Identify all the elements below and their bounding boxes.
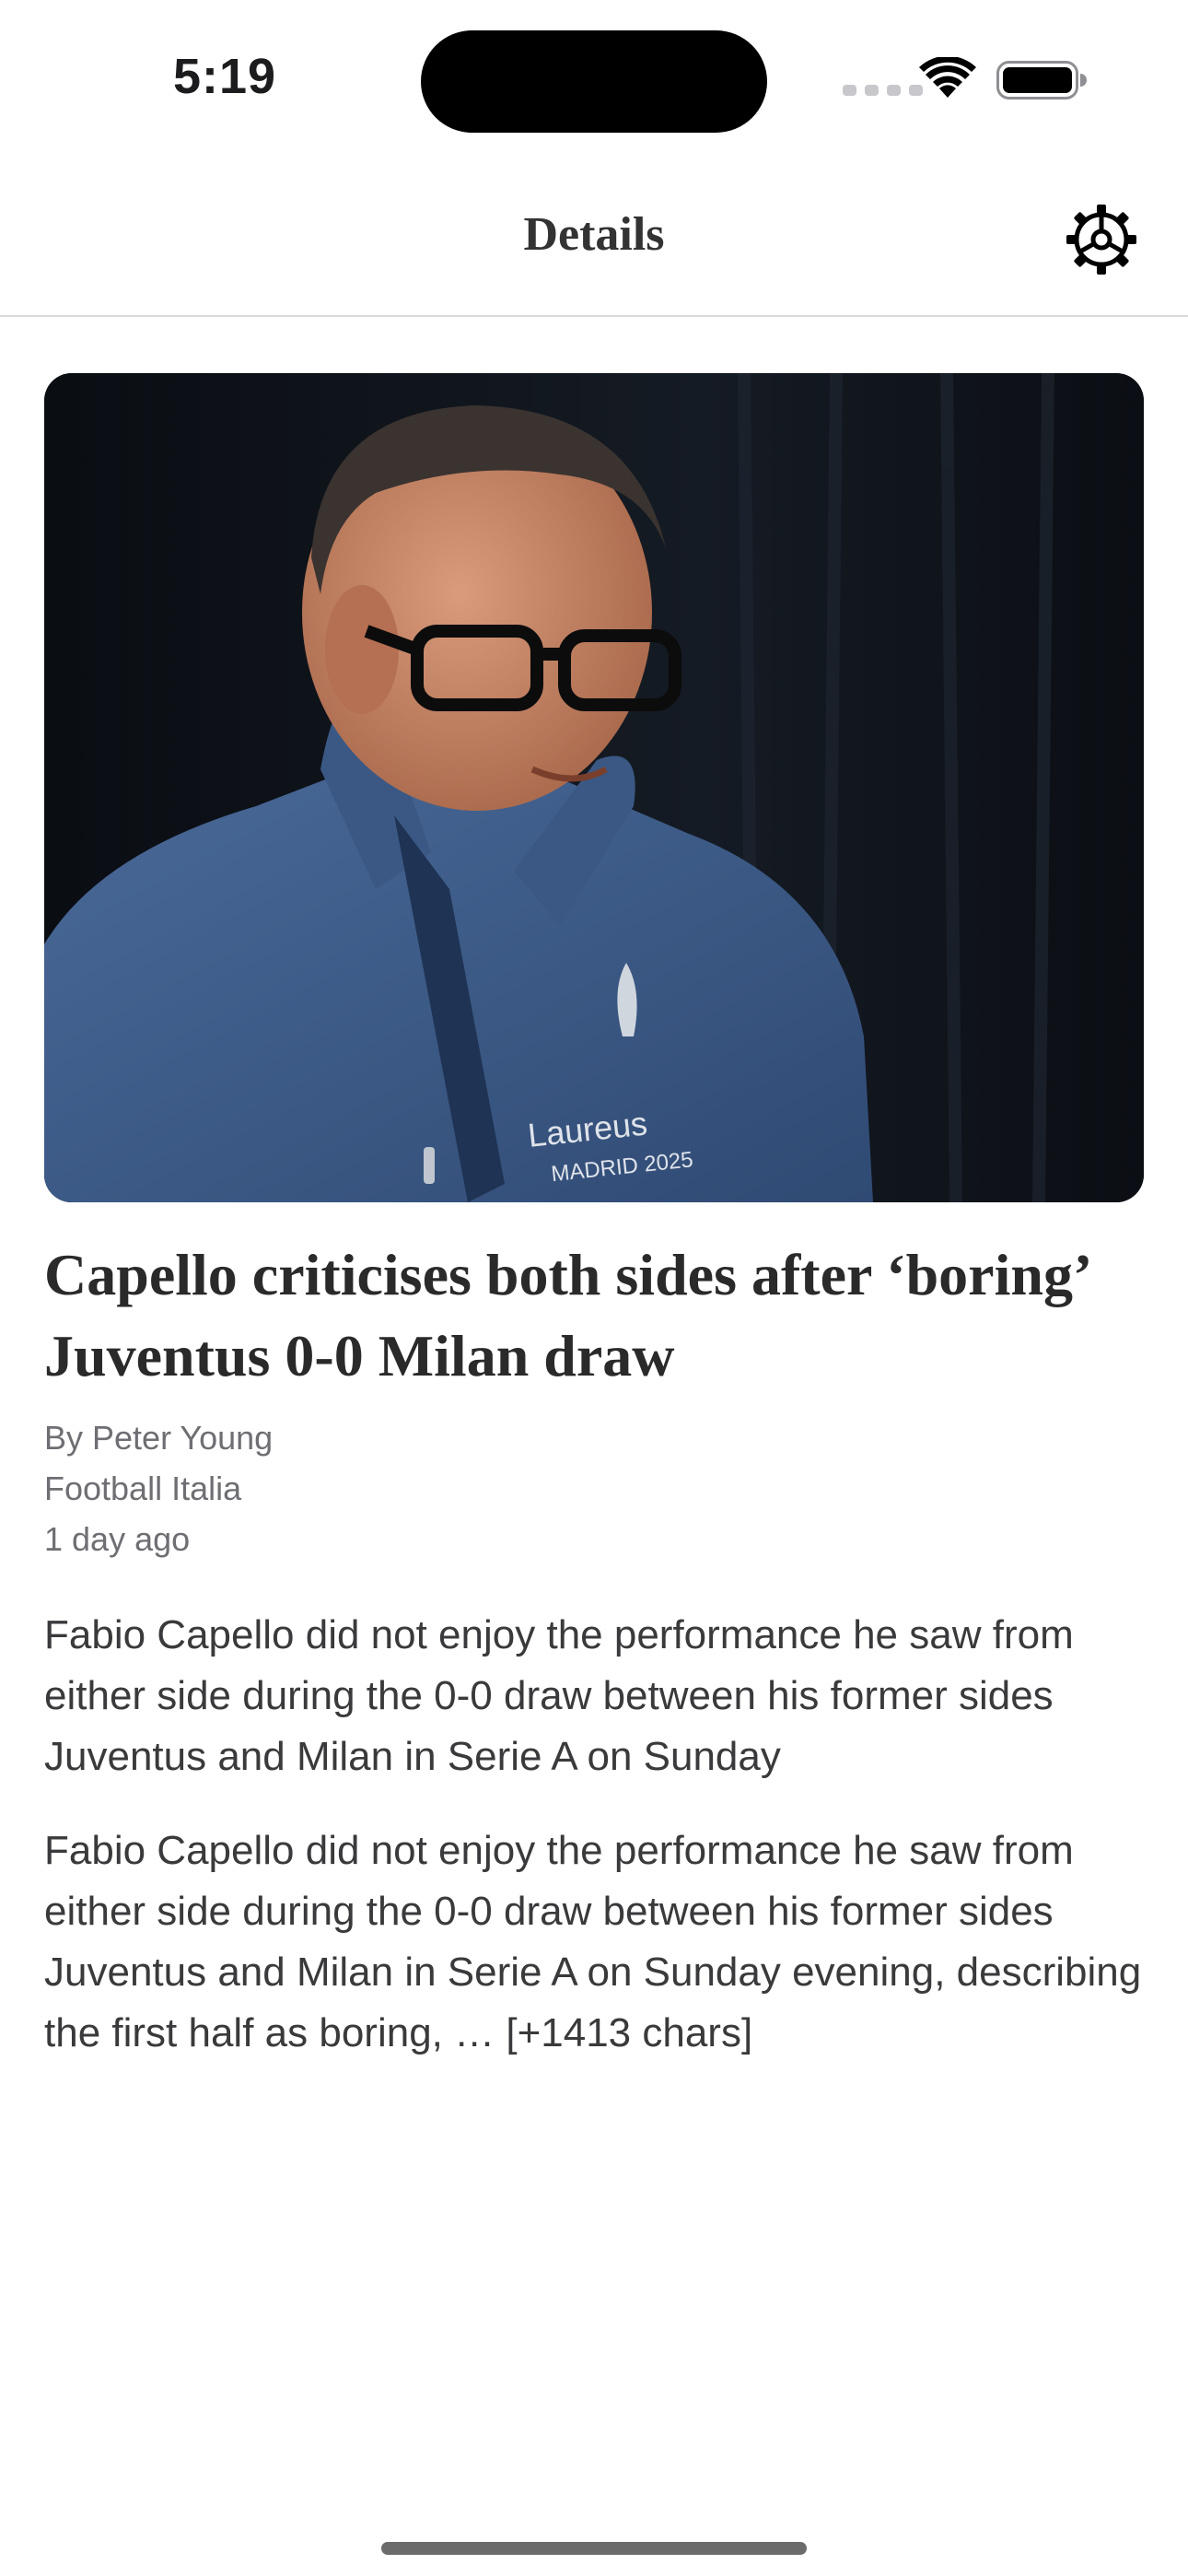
article-headline: Capello criticises both sides after ‘bor… [44,1242,1089,1388]
page-title: Details [523,208,665,261]
article-image: Laureus MADRID 2025 [44,373,1144,1202]
status-bar: 5:19 [0,0,1188,157]
status-time: 5:19 [173,49,277,104]
gear-icon[interactable] [1065,203,1138,276]
article-photo: Laureus MADRID 2025 [44,373,1144,1202]
article-date: 1 day ago [44,1520,191,1558]
article-author: By Peter Young [44,1419,274,1457]
dynamic-island [421,30,767,133]
article-summary: Fabio Capello did not enjoy the performa… [44,1612,1074,1779]
navigation-bar: Details [0,157,1188,317]
article-content: Fabio Capello did not enjoy the performa… [44,1828,1142,2055]
cellular-signal-icon [843,85,923,96]
home-indicator[interactable] [381,2542,807,2555]
article-source: Football Italia [44,1469,242,1507]
wifi-icon [919,57,976,98]
battery-icon [996,61,1087,100]
